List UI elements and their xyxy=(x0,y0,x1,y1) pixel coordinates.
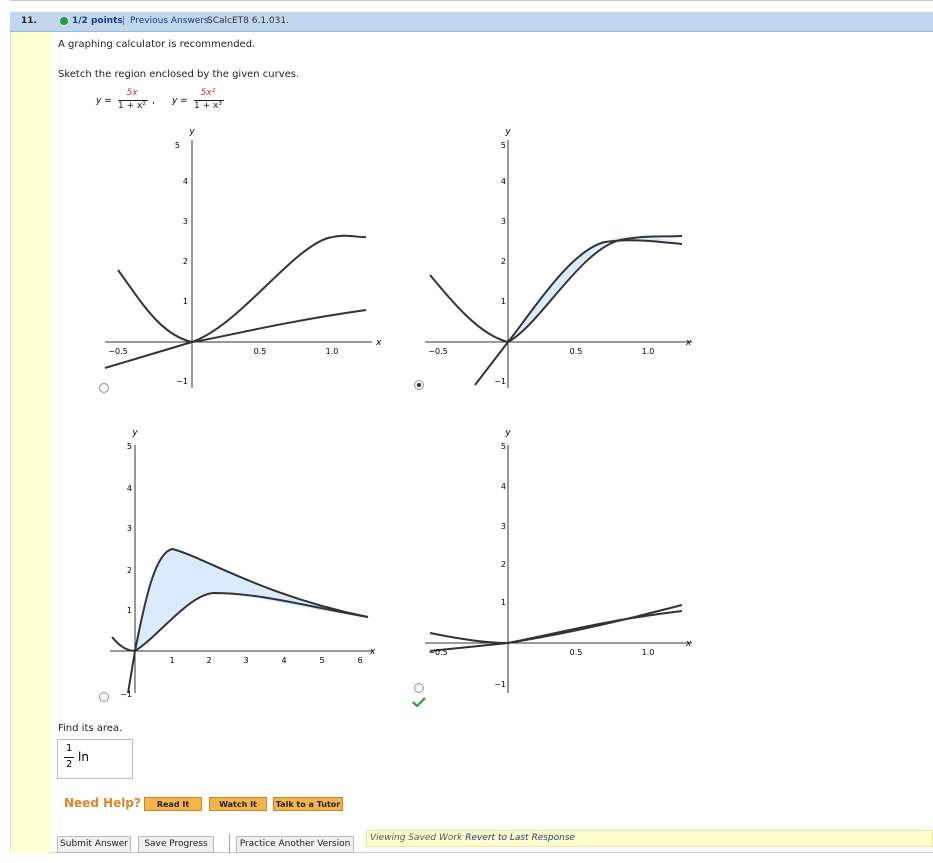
question-code: SCalcET8 6.1.031. xyxy=(207,16,289,26)
tick-x-10: 1.0 xyxy=(642,347,655,356)
tick-y1: 1 xyxy=(183,297,188,306)
tick-y3: 3 xyxy=(501,522,506,531)
question-header: 11. 1/2 points | Previous Answers SCalcE… xyxy=(10,12,933,32)
tick-y1: 1 xyxy=(127,606,132,615)
tick-x3: 3 xyxy=(243,656,248,665)
area-answer-input[interactable]: 1 2 ln xyxy=(57,739,133,779)
graph-choice-4: y x 5 4 3 2 1 −1 −0.5 0.5 1.0 xyxy=(425,428,692,693)
tick-y5: 5 xyxy=(127,442,132,451)
tick-x-neg05: −0.5 xyxy=(428,347,447,356)
save-progress-button[interactable]: Save Progress xyxy=(138,836,214,853)
enclosed-region xyxy=(508,236,682,342)
tick-y5: 5 xyxy=(501,442,506,451)
tick-x5: 5 xyxy=(319,656,324,665)
tick-y5: 5 xyxy=(175,141,180,150)
tick-y4: 4 xyxy=(183,177,188,186)
fraction2-numerator: 5x² xyxy=(200,88,216,98)
talk-to-tutor-button[interactable]: Talk to a Tutor xyxy=(273,797,343,811)
header-separator: | xyxy=(122,16,126,26)
top-border xyxy=(10,0,933,6)
y-axis-label: y xyxy=(504,127,511,137)
tick-x6: 6 xyxy=(357,656,362,665)
tick-y3: 3 xyxy=(501,217,506,226)
need-help-label: Need Help? xyxy=(64,796,141,810)
curve-a xyxy=(117,269,367,344)
viewing-saved-work: Viewing Saved Work xyxy=(370,833,463,843)
tick-x4: 4 xyxy=(281,656,286,665)
question-instruction: Sketch the region enclosed by the given … xyxy=(58,69,300,80)
calculator-note: A graphing calculator is recommended. xyxy=(58,39,256,50)
tick-x-05: 0.5 xyxy=(254,347,267,356)
fraction2-denominator: 1 + x³ xyxy=(194,101,222,111)
tick-x1: 1 xyxy=(169,656,174,665)
tick-y4: 4 xyxy=(501,482,506,491)
tick-y2: 2 xyxy=(183,257,188,266)
tick-y3: 3 xyxy=(183,217,188,226)
y-axis-label: y xyxy=(188,127,195,137)
watch-it-button[interactable]: Watch It xyxy=(209,797,267,811)
answer-fraction-bar xyxy=(64,757,74,758)
tick-x-10: 1.0 xyxy=(642,648,655,657)
curve-b xyxy=(429,604,683,652)
tick-y-neg1: −1 xyxy=(494,680,506,689)
x-axis-label: x xyxy=(685,338,692,348)
submit-answer-button[interactable]: Submit Answer xyxy=(57,836,131,853)
equation-comma: , xyxy=(152,96,155,106)
saved-work-notice: Viewing Saved Work Revert to Last Respon… xyxy=(366,830,933,847)
curve-equations: y = 5x 1 + x² , y = 5x² 1 + x³ xyxy=(96,88,256,116)
graph-choice-1: y x 5 4 3 2 1 −1 −0.5 0.5 1.0 xyxy=(104,127,382,388)
area-prompt: Find its area. xyxy=(58,723,123,734)
radio-choice-3[interactable] xyxy=(99,692,109,702)
y-equals-2: y = xyxy=(172,96,188,106)
tick-x-05: 0.5 xyxy=(570,648,583,657)
y-axis-label: y xyxy=(504,428,511,438)
footer-separator xyxy=(229,834,230,854)
answer-numerator: 1 xyxy=(66,743,73,754)
tick-y2: 2 xyxy=(127,566,132,575)
tick-x-05: 0.5 xyxy=(570,347,583,356)
tick-y4: 4 xyxy=(127,484,132,493)
tick-y-neg1: −1 xyxy=(120,690,132,699)
previous-answers-link[interactable]: Previous Answers xyxy=(130,16,209,26)
tick-y2: 2 xyxy=(501,560,506,569)
tick-x-neg05: −0.5 xyxy=(108,347,127,356)
y-axis-label: y xyxy=(131,428,138,438)
correct-check-icon xyxy=(412,697,426,707)
tick-x2: 2 xyxy=(206,656,211,665)
score-status-icon xyxy=(60,17,68,25)
practice-another-version-button[interactable]: Practice Another Version xyxy=(236,836,354,853)
points-link[interactable]: 1/2 points xyxy=(72,16,123,26)
tick-y1: 1 xyxy=(501,297,506,306)
radio-choice-1[interactable] xyxy=(99,383,109,393)
graph-choice-2: y x 5 4 3 2 1 −1 −0.5 0.5 1.0 xyxy=(425,127,692,388)
radio-choice-4[interactable] xyxy=(414,683,424,693)
tick-y3: 3 xyxy=(127,524,132,533)
tick-y1: 1 xyxy=(501,598,506,607)
radio-choice-2[interactable] xyxy=(414,380,424,390)
enclosed-region xyxy=(135,549,368,651)
x-axis-label: x xyxy=(375,338,382,348)
tick-y-neg1: −1 xyxy=(494,377,506,386)
curve-a xyxy=(429,610,683,645)
question-number: 11. xyxy=(21,16,37,26)
fraction1-denominator: 1 + x² xyxy=(118,101,146,111)
fraction1-numerator: 5x xyxy=(126,88,138,98)
tick-y2: 2 xyxy=(501,257,506,266)
y-equals-1: y = xyxy=(96,96,112,106)
tick-x-neg05: −0.5 xyxy=(428,648,447,657)
revert-link[interactable]: Revert to Last Response xyxy=(465,833,575,843)
answer-denominator: 2 xyxy=(66,759,73,770)
read-it-button[interactable]: Read It xyxy=(144,797,202,811)
answer-ln: ln xyxy=(78,750,89,764)
x-axis-label: x xyxy=(685,639,692,649)
tick-y5: 5 xyxy=(501,141,506,150)
x-axis-label: x xyxy=(369,647,376,657)
left-margin-bar xyxy=(10,32,51,853)
tick-y-neg1: −1 xyxy=(176,377,188,386)
tick-x-10: 1.0 xyxy=(326,347,339,356)
tick-y4: 4 xyxy=(501,177,506,186)
graph-choice-3: y x 5 4 3 2 1 −1 1 2 3 4 5 6 xyxy=(110,428,376,699)
